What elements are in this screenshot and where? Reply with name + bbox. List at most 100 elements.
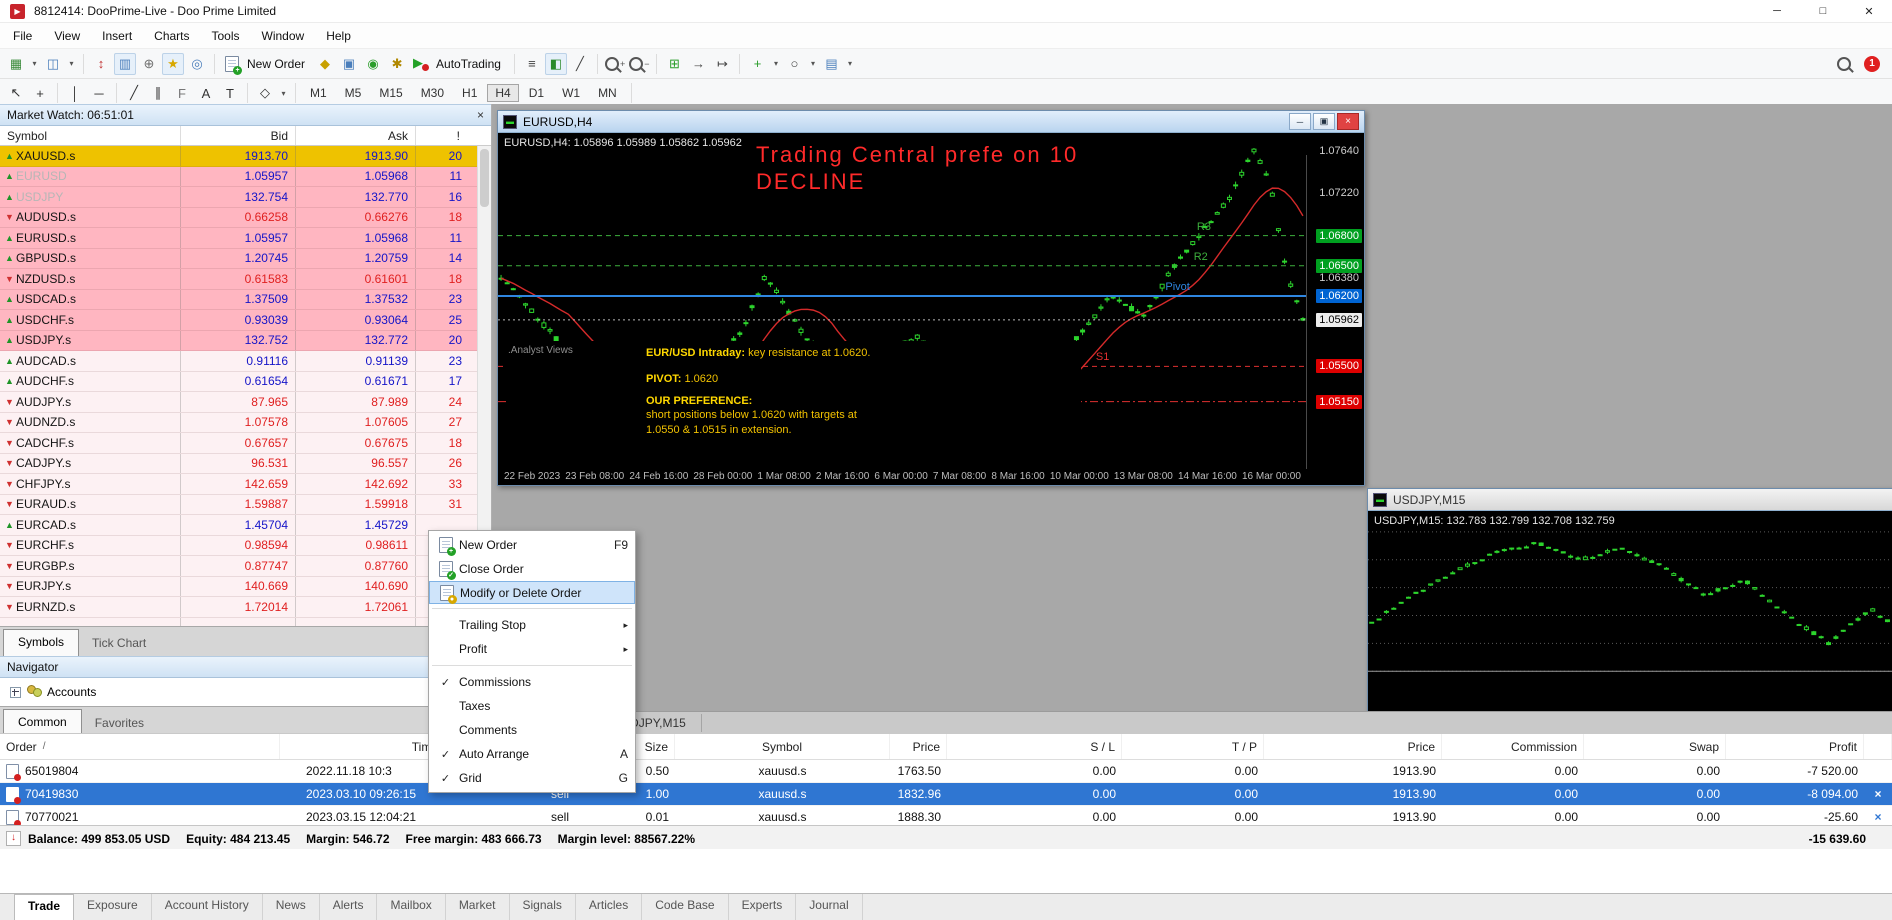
orders-column-Profit[interactable]: Profit [1726, 734, 1864, 759]
new-order-button[interactable]: + [221, 53, 243, 75]
menu-item-comments[interactable]: Comments [429, 718, 635, 742]
periods-icon[interactable]: ○ [783, 53, 805, 75]
menu-item-commissions[interactable]: ✓Commissions [429, 670, 635, 694]
shapes-icon[interactable]: ◇ [254, 82, 276, 104]
search-symbols-icon[interactable]: ◎ [186, 53, 208, 75]
menu-item-modify-or-delete-order[interactable]: ●Modify or Delete Order [429, 581, 635, 604]
orders-column-Time[interactable]: Time [280, 734, 445, 759]
chart-shift-icon[interactable]: ↦ [711, 53, 733, 75]
shapes-dropdown-icon[interactable]: ▾ [278, 82, 289, 104]
symbol-row[interactable]: ▲EURCAD.s1.457041.45729 [0, 515, 491, 536]
crosshair-icon[interactable]: + [29, 82, 51, 104]
menu-item-taxes[interactable]: Taxes [429, 694, 635, 718]
menu-item-new-order[interactable]: +New OrderF9 [429, 533, 635, 557]
symbol-row[interactable]: ▲GBPUSD.s1.207451.2075914 [0, 249, 491, 270]
market-watch-close-icon[interactable]: × [477, 108, 484, 122]
zoom-in-icon[interactable]: + [604, 53, 626, 75]
tab-common[interactable]: Common [3, 709, 82, 736]
search-icon[interactable] [1833, 53, 1855, 75]
favorites-icon[interactable]: ★ [162, 53, 184, 75]
menu-item-auto-arrange[interactable]: ✓Auto ArrangeA [429, 742, 635, 766]
symbol-row[interactable]: ▼AUDNZD.s1.075781.0760527 [0, 413, 491, 434]
symbol-row[interactable]: ▼EURAUD.s1.598871.5991831 [0, 495, 491, 516]
orders-column-close[interactable] [1864, 734, 1892, 759]
order-row[interactable]: 650198042022.11.18 10:3sell0.50xauusd.s1… [0, 760, 1892, 783]
vertical-line-icon[interactable]: │ [64, 82, 86, 104]
minimize-window-icon[interactable]: ─ [1754, 0, 1800, 22]
toolbox-tab-account-history[interactable]: Account History [152, 894, 263, 920]
symbol-row[interactable]: ▲AUDCHF.s0.616540.6167117 [0, 372, 491, 393]
orders-column-Commission[interactable]: Commission [1442, 734, 1584, 759]
toolbox-tab-signals[interactable]: Signals [510, 894, 576, 920]
timeframe-w1[interactable]: W1 [554, 84, 588, 102]
menu-tools[interactable]: Tools [201, 25, 251, 47]
auto-scroll-icon[interactable]: → [687, 53, 709, 75]
toolbox-tab-exposure[interactable]: Exposure [74, 894, 152, 920]
menu-window[interactable]: Window [251, 25, 316, 47]
usdjpy-chart-canvas[interactable]: USDJPY,M15: 132.783 132.799 132.708 132.… [1368, 511, 1892, 713]
toolbox-tab-news[interactable]: News [263, 894, 320, 920]
menu-item-profit[interactable]: Profit▸ [429, 637, 635, 661]
menu-insert[interactable]: Insert [91, 25, 143, 47]
symbol-row[interactable]: ▼CADJPY.s96.53196.55726 [0, 454, 491, 475]
bar-chart-icon[interactable]: ≡ [521, 53, 543, 75]
eurusd-chart-canvas[interactable]: EURUSD,H4: 1.05896 1.05989 1.05862 1.059… [498, 133, 1364, 485]
maximize-window-icon[interactable]: □ [1800, 0, 1846, 22]
indicators-icon[interactable]: + [746, 53, 768, 75]
tree-item-accounts[interactable]: Accounts [47, 685, 96, 699]
chart-minimize-icon[interactable]: ─ [1289, 113, 1311, 130]
symbol-row[interactable]: ▼AUDUSD.s0.662580.6627618 [0, 208, 491, 229]
symbol-row[interactable]: ▼EURNZD.s1.720141.72061 [0, 597, 491, 618]
tree-expand-icon[interactable] [10, 687, 21, 698]
horizontal-line-icon[interactable]: ─ [88, 82, 110, 104]
toolbox-tab-articles[interactable]: Articles [576, 894, 642, 920]
toolbox-tab-market[interactable]: Market [446, 894, 510, 920]
symbol-row[interactable]: ▼AUDJPY.s87.96587.98924 [0, 392, 491, 413]
toolbox-tab-alerts[interactable]: Alerts [320, 894, 378, 920]
symbol-row[interactable]: ▼CHFJPY.s142.659142.69233 [0, 474, 491, 495]
zoom-out-icon[interactable]: − [628, 53, 650, 75]
column-symbol[interactable]: Symbol [0, 126, 180, 145]
menu-file[interactable]: File [2, 25, 43, 47]
timeframe-m15[interactable]: M15 [371, 84, 410, 102]
close-window-icon[interactable]: ✕ [1846, 0, 1892, 22]
symbol-row[interactable]: ▲USDJPY132.754132.77016 [0, 187, 491, 208]
menu-item-grid[interactable]: ✓GridG [429, 766, 635, 790]
timeframe-m5[interactable]: M5 [337, 84, 370, 102]
templates-icon[interactable]: ▤ [820, 53, 842, 75]
symbol-row[interactable]: ▼EURCHF.s0.985940.98611 [0, 536, 491, 557]
tab-tick-chart[interactable]: Tick Chart [79, 631, 159, 656]
symbol-row[interactable]: ▲USDCAD.s1.375091.3753223 [0, 290, 491, 311]
metaeditor-icon[interactable]: ◆ [314, 53, 336, 75]
orders-column-T / P[interactable]: T / P [1122, 734, 1264, 759]
chart-restore-icon[interactable]: ▣ [1313, 113, 1335, 130]
column-bid[interactable]: Bid [180, 126, 295, 145]
line-chart-icon[interactable]: ╱ [569, 53, 591, 75]
symbol-row[interactable]: ▼EURGBP.s0.877470.87760 [0, 556, 491, 577]
toolbox-tab-mailbox[interactable]: Mailbox [377, 894, 445, 920]
toolbox-tab-code-base[interactable]: Code Base [642, 894, 728, 920]
menu-charts[interactable]: Charts [143, 25, 200, 47]
eurusd-time-axis[interactable]: 22 Feb 202323 Feb 08:0024 Feb 16:0028 Fe… [498, 469, 1307, 485]
market-watch-icon[interactable]: ↕ [90, 53, 112, 75]
symbol-row[interactable]: ▲USDJPY.s132.752132.77220 [0, 331, 491, 352]
fibonacci-icon[interactable]: F [171, 82, 193, 104]
menu-item-close-order[interactable]: ✓Close Order [429, 557, 635, 581]
chart-close-icon[interactable]: × [1337, 113, 1359, 130]
cursor-icon[interactable]: ↖ [5, 82, 27, 104]
orders-column-Price[interactable]: Price [890, 734, 947, 759]
timeframe-h4[interactable]: H4 [487, 84, 518, 102]
timeframe-m1[interactable]: M1 [302, 84, 335, 102]
symbol-row[interactable]: ▼CADCHF.s0.676570.6767518 [0, 433, 491, 454]
eurusd-window-titlebar[interactable]: ▬ EURUSD,H4 ─ ▣ × [498, 111, 1364, 133]
candlestick-chart-icon[interactable]: ◧ [545, 53, 567, 75]
symbol-row[interactable]: ▲EURUSD.s1.059571.0596811 [0, 228, 491, 249]
symbol-row[interactable]: ▲USDCHF.s0.930390.9306425 [0, 310, 491, 331]
trendline-icon[interactable]: ╱ [123, 82, 145, 104]
autotrading-icon[interactable]: ▶ [410, 53, 432, 75]
label-icon[interactable]: T [219, 82, 241, 104]
periods-dropdown-icon[interactable]: ▾ [807, 53, 818, 75]
timeframe-h1[interactable]: H1 [454, 84, 485, 102]
profiles-dropdown-icon[interactable]: ▾ [66, 53, 77, 75]
signals-icon[interactable]: ◉ [362, 53, 384, 75]
